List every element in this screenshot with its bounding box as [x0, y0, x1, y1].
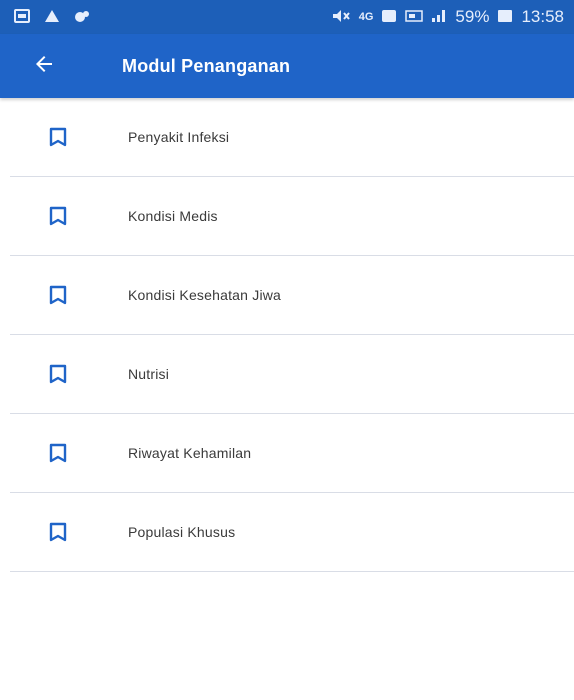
mute-icon [331, 9, 351, 26]
page-title: Modul Penanganan [122, 55, 291, 76]
bookmark-outline-icon [48, 127, 68, 147]
list-item-label: Penyakit Infeksi [128, 129, 230, 145]
app-notification-icon [74, 9, 90, 26]
list-item-kondisi-kesehatan-jiwa[interactable]: Kondisi Kesehatan Jiwa [10, 256, 574, 335]
gallery-notification-icon [14, 8, 30, 26]
arrow-left-icon [32, 52, 56, 81]
app-bar: Modul Penanganan [0, 34, 574, 98]
back-button[interactable] [14, 34, 74, 98]
status-bar: 4G 59% 13:58 [0, 0, 574, 34]
list-item-nutrisi[interactable]: Nutrisi [10, 335, 574, 414]
wifi-calling-icon [405, 9, 424, 26]
clock: 13:58 [521, 7, 564, 26]
list-item-label: Riwayat Kehamilan [128, 445, 252, 461]
sync-icon [381, 9, 397, 26]
list-item-label: Kondisi Kesehatan Jiwa [128, 287, 282, 303]
warning-notification-icon [44, 9, 60, 26]
status-left-icons [14, 8, 90, 26]
data-network-icon: 4G [358, 10, 374, 23]
bookmark-outline-icon [48, 364, 68, 384]
signal-strength-icon [431, 9, 447, 26]
battery-icon [497, 9, 513, 26]
bookmark-outline-icon [48, 206, 68, 226]
list-item-label: Nutrisi [128, 366, 170, 382]
module-list: Penyakit Infeksi Kondisi Medis Kondisi K… [10, 98, 574, 572]
list-item-riwayat-kehamilan[interactable]: Riwayat Kehamilan [10, 414, 574, 493]
app-screen: 4G 59% 13:58 Modul Penanganan Penyakit I… [0, 0, 574, 700]
bookmark-outline-icon [48, 443, 68, 463]
list-item-label: Kondisi Medis [128, 208, 218, 224]
list-item-kondisi-medis[interactable]: Kondisi Medis [10, 177, 574, 256]
battery-percent: 59% [455, 7, 490, 26]
bookmark-outline-icon [48, 285, 68, 305]
bookmark-outline-icon [48, 522, 68, 542]
list-item-penyakit-infeksi[interactable]: Penyakit Infeksi [10, 98, 574, 177]
status-right-icons: 4G 59% 13:58 [331, 7, 564, 27]
list-item-label: Populasi Khusus [128, 524, 236, 540]
list-item-populasi-khusus[interactable]: Populasi Khusus [10, 493, 574, 572]
